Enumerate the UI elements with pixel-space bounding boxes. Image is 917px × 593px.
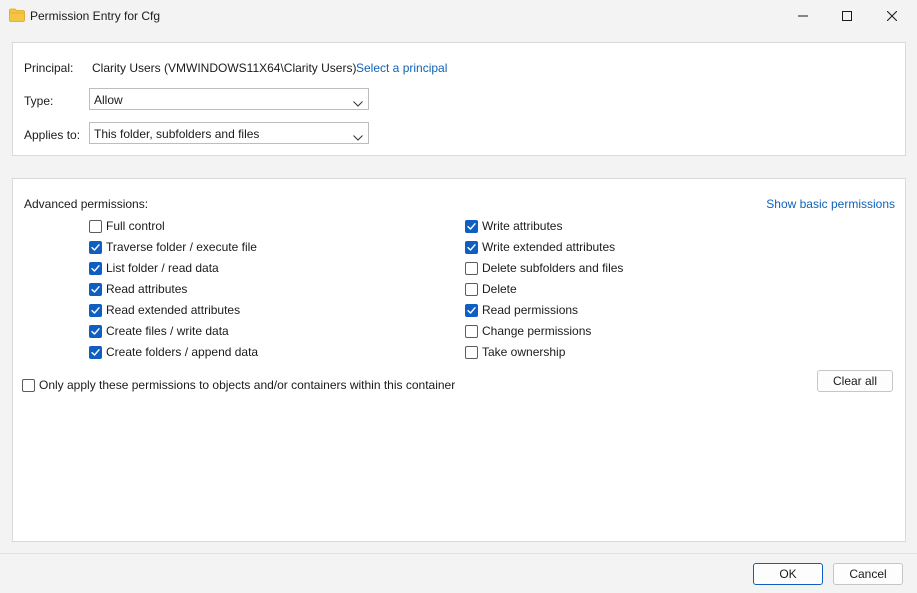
permission-create-files-write-data-checkbox[interactable]	[89, 324, 102, 338]
permission-full-control-row[interactable]: Full control	[89, 218, 165, 234]
permission-create-folders-append-data-checkbox[interactable]	[89, 345, 102, 359]
minimize-icon	[798, 11, 808, 21]
chevron-down-icon	[353, 96, 363, 110]
permission-traverse-folder-execute-file-checkbox[interactable]	[89, 240, 102, 254]
permission-change-permissions-row[interactable]: Change permissions	[465, 323, 591, 339]
permission-label: Write attributes	[482, 219, 563, 233]
permission-delete-subfolders-and-files-checkbox[interactable]	[465, 261, 478, 275]
permission-label: Change permissions	[482, 324, 592, 338]
folder-icon	[9, 8, 25, 22]
show-basic-permissions-link[interactable]: Show basic permissions	[766, 197, 895, 211]
permission-read-permissions-checkbox[interactable]	[465, 303, 478, 317]
title-bar: Permission Entry for Cfg	[0, 0, 917, 32]
advanced-permissions-panel: Advanced permissions: Show basic permiss…	[12, 178, 906, 542]
permission-change-permissions-checkbox[interactable]	[465, 324, 478, 338]
maximize-button[interactable]	[824, 0, 870, 32]
permission-write-extended-attributes-row[interactable]: Write extended attributes	[465, 239, 615, 255]
type-selected-value: Allow	[94, 93, 123, 107]
permission-read-extended-attributes-checkbox[interactable]	[89, 303, 102, 317]
permission-write-extended-attributes-checkbox[interactable]	[465, 240, 478, 254]
permission-read-permissions-row[interactable]: Read permissions	[465, 302, 578, 318]
permission-traverse-folder-execute-file-row[interactable]: Traverse folder / execute file	[89, 239, 257, 255]
permission-list-folder-read-data-checkbox[interactable]	[89, 261, 102, 275]
permission-read-attributes-checkbox[interactable]	[89, 282, 102, 296]
permission-label: Read extended attributes	[106, 303, 241, 317]
close-icon	[887, 11, 897, 21]
only-apply-checkbox[interactable]	[22, 378, 35, 392]
applies-to-label: Applies to:	[24, 128, 81, 142]
permission-delete-checkbox[interactable]	[465, 282, 478, 296]
permission-label: Read attributes	[106, 282, 188, 296]
permission-label: Delete	[482, 282, 517, 296]
permission-read-extended-attributes-row[interactable]: Read extended attributes	[89, 302, 240, 318]
permission-take-ownership-row[interactable]: Take ownership	[465, 344, 565, 360]
permission-label: Read permissions	[482, 303, 579, 317]
permission-delete-subfolders-and-files-row[interactable]: Delete subfolders and files	[465, 260, 623, 276]
permission-write-attributes-checkbox[interactable]	[465, 219, 478, 233]
select-principal-link[interactable]: Select a principal	[356, 61, 447, 75]
clear-all-button[interactable]: Clear all	[817, 370, 893, 392]
permission-label: Delete subfolders and files	[482, 261, 624, 275]
permission-write-attributes-row[interactable]: Write attributes	[465, 218, 562, 234]
permission-label: Traverse folder / execute file	[106, 240, 257, 254]
cancel-button[interactable]: Cancel	[833, 563, 903, 585]
permission-label: Write extended attributes	[482, 240, 616, 254]
applies-to-selected-value: This folder, subfolders and files	[94, 127, 260, 141]
permission-full-control-checkbox[interactable]	[89, 219, 102, 233]
permission-take-ownership-checkbox[interactable]	[465, 345, 478, 359]
principal-value: Clarity Users (VMWINDOWS11X64\Clarity Us…	[92, 61, 357, 75]
footer-divider	[0, 553, 917, 554]
only-apply-checkbox-row[interactable]: Only apply these permissions to objects …	[22, 377, 455, 393]
permission-delete-row[interactable]: Delete	[465, 281, 517, 297]
only-apply-label: Only apply these permissions to objects …	[39, 378, 456, 392]
window-title: Permission Entry for Cfg	[30, 9, 161, 23]
permission-create-folders-append-data-row[interactable]: Create folders / append data	[89, 344, 258, 360]
permission-read-attributes-row[interactable]: Read attributes	[89, 281, 187, 297]
type-label: Type:	[24, 94, 54, 108]
principal-panel: Principal: Clarity Users (VMWINDOWS11X64…	[12, 42, 906, 156]
minimize-button[interactable]	[780, 0, 826, 32]
applies-to-select[interactable]: This folder, subfolders and files	[89, 122, 369, 144]
principal-label: Principal:	[24, 61, 74, 75]
permission-label: Create folders / append data	[106, 345, 259, 359]
maximize-icon	[842, 11, 852, 21]
close-button[interactable]	[869, 0, 915, 32]
ok-button[interactable]: OK	[753, 563, 823, 585]
permission-label: Full control	[106, 219, 165, 233]
type-select[interactable]: Allow	[89, 88, 369, 110]
permission-label: List folder / read data	[106, 261, 219, 275]
permission-label: Take ownership	[482, 345, 566, 359]
permission-create-files-write-data-row[interactable]: Create files / write data	[89, 323, 229, 339]
permission-label: Create files / write data	[106, 324, 229, 338]
advanced-permissions-heading: Advanced permissions:	[24, 197, 149, 211]
chevron-down-icon	[353, 130, 363, 144]
permission-list-folder-read-data-row[interactable]: List folder / read data	[89, 260, 219, 276]
